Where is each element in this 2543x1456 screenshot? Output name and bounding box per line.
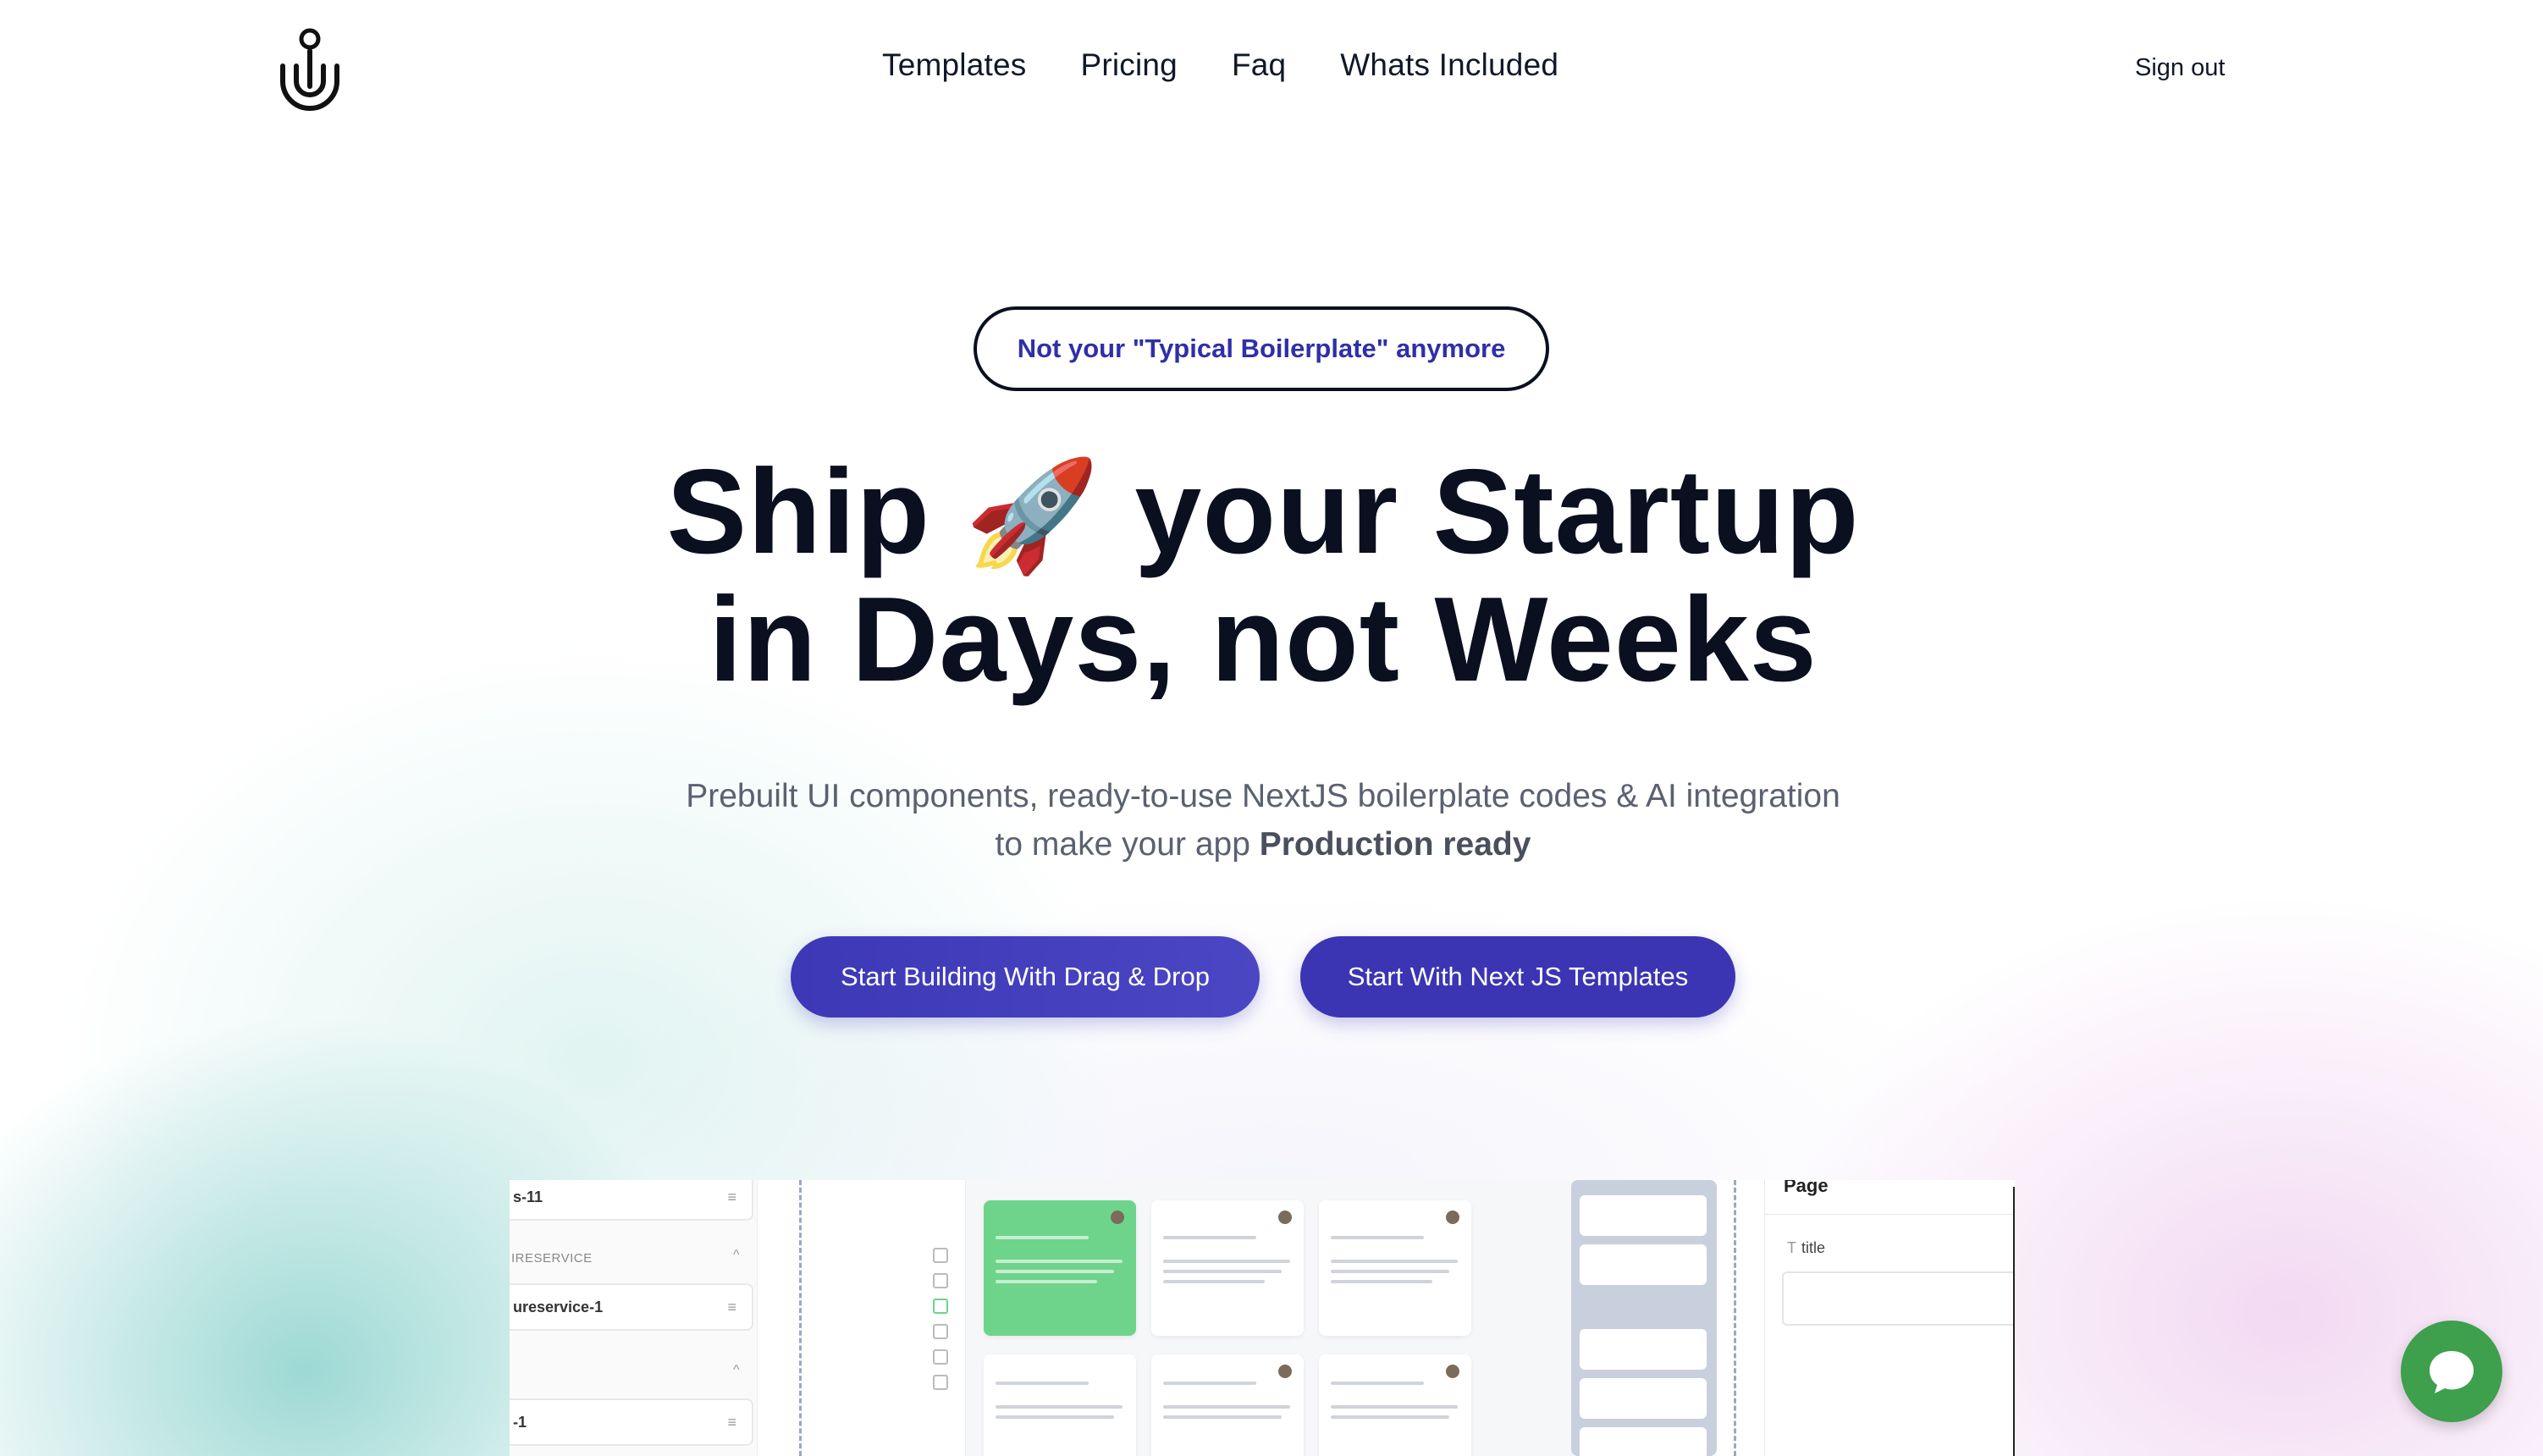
drag-handle-icon: ≡ bbox=[727, 1414, 736, 1431]
preview-field-label: ureservice-1 bbox=[513, 1298, 604, 1315]
headline-your-startup: your Startup bbox=[1134, 444, 1860, 579]
hero-headline: Ship 🚀 your Startup in Days, not Weeks bbox=[510, 450, 2016, 702]
nav-links: Templates Pricing Faq Whats Included bbox=[882, 47, 1558, 83]
preview-title-input bbox=[1782, 1271, 2015, 1326]
sign-out-link[interactable]: Sign out bbox=[2135, 54, 2225, 82]
preview-rail bbox=[914, 1180, 966, 1456]
preview-guide-line bbox=[799, 1180, 802, 1456]
preview-card bbox=[984, 1354, 1136, 1456]
rocket-icon: 🚀 bbox=[964, 455, 1100, 576]
preview-field-label: s-11 bbox=[513, 1188, 543, 1205]
chat-widget-button[interactable] bbox=[2401, 1321, 2502, 1422]
preview-page-title: Page bbox=[1784, 1180, 1829, 1196]
nav-link-pricing[interactable]: Pricing bbox=[1080, 47, 1178, 83]
subtitle-line2-prefix: to make your app bbox=[995, 826, 1260, 863]
drag-handle-icon: ≡ bbox=[727, 1299, 736, 1315]
preview-section-label: IRESERVICE bbox=[511, 1251, 593, 1266]
text-type-icon: T bbox=[1787, 1239, 1796, 1256]
nav-link-faq[interactable]: Faq bbox=[1232, 47, 1286, 83]
preview-border bbox=[2013, 1187, 2015, 1456]
preview-title-label: title bbox=[1801, 1239, 1826, 1256]
subtitle-line1: Prebuilt UI components, ready-to-use Nex… bbox=[686, 778, 1840, 814]
preview-field-label: Ttitle bbox=[1787, 1239, 1825, 1257]
preview-field-label: -1 bbox=[513, 1413, 527, 1431]
hero-subtitle: Prebuilt UI components, ready-to-use Nex… bbox=[594, 772, 1932, 869]
preview-left-panel: s-11 ≡ IRESERVICE ^ ureservice-1 ≡ ^ -1 … bbox=[510, 1180, 758, 1456]
start-drag-drop-button[interactable]: Start Building With Drag & Drop bbox=[791, 936, 1260, 1018]
hero-badge: Not your "Typical Boilerplate" anymore bbox=[974, 306, 1549, 391]
headline-line2: in Days, not Weeks bbox=[709, 572, 1818, 707]
start-nextjs-templates-button[interactable]: Start With Next JS Templates bbox=[1300, 936, 1735, 1018]
chat-bubble-icon bbox=[2430, 1351, 2474, 1393]
preview-app-canvas bbox=[914, 1180, 1717, 1456]
subtitle-bold: Production ready bbox=[1259, 826, 1531, 863]
drag-handle-icon: ≡ bbox=[727, 1189, 736, 1205]
preview-card bbox=[1151, 1200, 1304, 1336]
preview-card bbox=[1319, 1200, 1471, 1336]
preview-column bbox=[1571, 1180, 1717, 1456]
preview-field: s-11 ≡ bbox=[510, 1180, 753, 1221]
headline-ship: Ship bbox=[666, 444, 931, 579]
preview-field: -1 ≡ bbox=[510, 1398, 753, 1446]
chevron-up-icon: ^ bbox=[733, 1363, 740, 1377]
nav-link-whats-included[interactable]: Whats Included bbox=[1340, 47, 1558, 83]
preview-field: ureservice-1 ≡ bbox=[510, 1283, 753, 1331]
preview-right-panel: Page Ttitle bbox=[1764, 1180, 2015, 1456]
product-preview: s-11 ≡ IRESERVICE ^ ureservice-1 ≡ ^ -1 … bbox=[510, 1180, 2015, 1456]
preview-guide-line bbox=[1734, 1180, 1736, 1456]
preview-card bbox=[1319, 1354, 1471, 1456]
nav-link-templates[interactable]: Templates bbox=[882, 47, 1026, 83]
preview-card bbox=[1151, 1354, 1304, 1456]
chevron-up-icon: ^ bbox=[733, 1248, 740, 1262]
preview-card bbox=[984, 1200, 1136, 1336]
top-nav: Templates Pricing Faq Whats Included Sig… bbox=[0, 0, 2543, 140]
logo-icon[interactable] bbox=[276, 25, 344, 113]
